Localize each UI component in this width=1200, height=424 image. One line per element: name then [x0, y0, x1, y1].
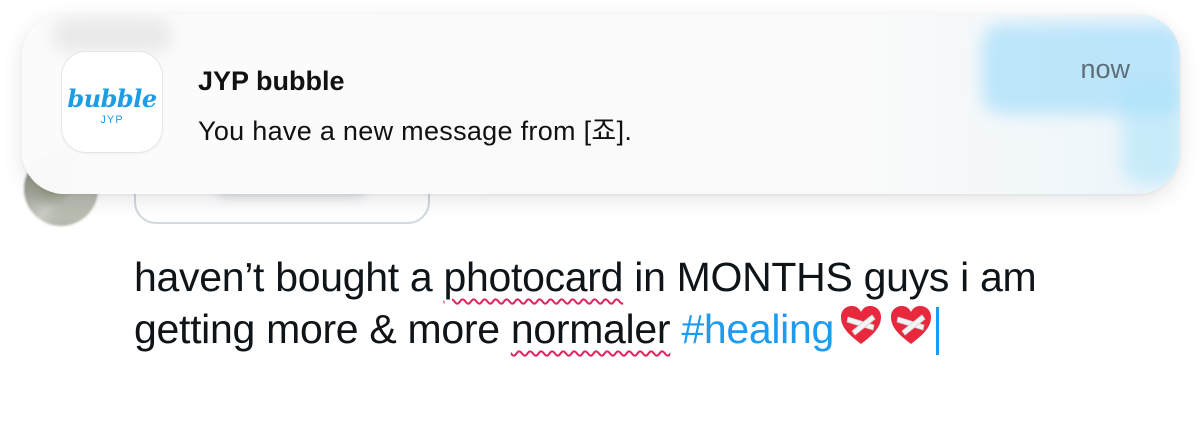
tweet-text-input[interactable]: haven’t bought a photocard in MONTHS guy… — [134, 252, 1134, 355]
notification-banner[interactable]: bubble JYP JYP bubble You have a new mes… — [22, 14, 1180, 194]
background-blur — [52, 18, 172, 52]
app-icon-brand-text: bubble — [67, 84, 157, 113]
mending-heart-icon — [840, 306, 881, 344]
misspelled-word[interactable]: normaler — [511, 306, 671, 352]
text-cursor — [935, 307, 939, 355]
notification-message: You have a new message from [죠]. — [198, 116, 633, 146]
notification-time: now — [1080, 54, 1130, 84]
background-blur — [1122, 84, 1180, 184]
mending-heart-icon — [890, 306, 931, 344]
tweet-text-line-1: haven’t bought a photocard in MONTHS guy… — [134, 254, 1037, 300]
notification-title: JYP bubble — [198, 66, 345, 96]
bubble-app-icon: bubble JYP — [62, 52, 162, 152]
app-icon-sub-text: JYP — [100, 114, 124, 126]
tweet-text-line-2: getting more & more normaler #healing — [134, 303, 1134, 355]
hashtag[interactable]: #healing — [681, 306, 834, 352]
misspelled-word[interactable]: photocard — [444, 254, 624, 300]
